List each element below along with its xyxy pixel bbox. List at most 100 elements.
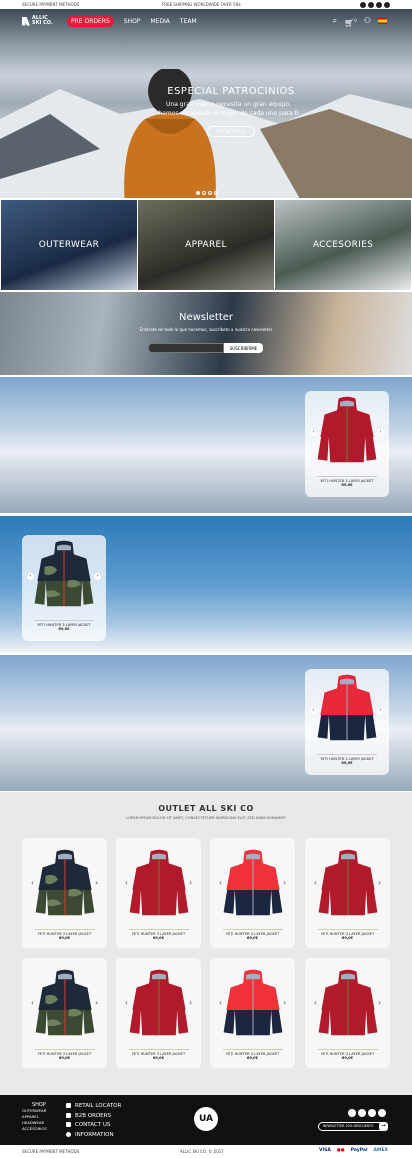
- next-arrow-icon[interactable]: ›: [94, 573, 101, 580]
- jacket-image: [35, 969, 94, 1036]
- prev-arrow-icon[interactable]: ‹: [310, 429, 317, 436]
- location-icon: [66, 1103, 71, 1108]
- outlet-section: OUTLET ALL SKI CO LOREM IPSUM DOLOR SIT …: [0, 792, 412, 1095]
- top-bar: SECURE PAYMENT METHODS FREE SHIPPING WOR…: [0, 0, 412, 9]
- footer-newsletter-button[interactable]: NEWSLETTER 10% DESCUENTO →: [318, 1122, 388, 1131]
- prev-arrow-icon[interactable]: ‹: [31, 999, 34, 1007]
- nav-shop[interactable]: SHOP: [124, 18, 141, 25]
- next-arrow-icon[interactable]: ›: [189, 879, 192, 887]
- next-arrow-icon[interactable]: ›: [95, 879, 98, 887]
- footer: SHOP OUTERWEAR APPAREL HEADWEAR ACCESORI…: [0, 1095, 412, 1145]
- paypal-icon: PayPal: [350, 1148, 368, 1153]
- facebook-icon[interactable]: [360, 1, 366, 8]
- banner-3: ‹ › YETI HUNTER 3 LAYER JACKET 69,0€: [0, 655, 412, 791]
- slide-dot[interactable]: [214, 191, 218, 195]
- banner-product-card[interactable]: ‹ › YETI HUNTER 3 LAYER JACKET 69,0€: [22, 535, 106, 641]
- mail-icon[interactable]: [378, 1109, 386, 1117]
- ver-detalles-button[interactable]: VER DETALLES: [207, 126, 255, 137]
- flag-es-icon[interactable]: [378, 18, 387, 24]
- next-arrow-icon[interactable]: ›: [95, 999, 98, 1007]
- newsletter-email-input[interactable]: [148, 343, 224, 353]
- banner-1: ‹ › YETI HUNTER 3 LAYER JACKET 69,0€: [0, 377, 412, 513]
- jacket-image: [223, 969, 282, 1036]
- nav-media[interactable]: MEDIA: [150, 18, 169, 25]
- footer-link-accesorios[interactable]: ACCESORIOS: [22, 1126, 47, 1132]
- product-price: 69,0€: [152, 936, 165, 940]
- category-label: APPAREL: [185, 240, 227, 250]
- prev-arrow-icon[interactable]: ‹: [314, 999, 317, 1007]
- jacket-image: [129, 849, 188, 916]
- next-arrow-icon[interactable]: ›: [283, 879, 286, 887]
- product-card[interactable]: ‹ › YETI HUNTER 3 LAYER JACKET 69,0€: [210, 838, 295, 948]
- search-icon[interactable]: ⌕: [333, 17, 337, 28]
- slide-dot[interactable]: [196, 191, 200, 195]
- prev-arrow-icon[interactable]: ‹: [314, 879, 317, 887]
- logo-subtext: SKI CO.: [32, 20, 53, 26]
- slide-dot[interactable]: [208, 191, 212, 195]
- amex-icon: AMEX: [373, 1148, 388, 1153]
- prev-arrow-icon[interactable]: ‹: [125, 879, 128, 887]
- prev-arrow-icon[interactable]: ‹: [219, 879, 222, 887]
- product-card[interactable]: ‹ › YETI HUNTER 3 LAYER JACKET 69,0€: [22, 838, 107, 948]
- visa-icon: VISA: [318, 1148, 331, 1153]
- footer-information[interactable]: INFORMATION: [66, 1131, 121, 1141]
- instagram-icon[interactable]: [368, 1, 374, 8]
- next-arrow-icon[interactable]: ›: [378, 879, 381, 887]
- mail-icon: [66, 1122, 71, 1128]
- hero-text-1: Una gran marca necesita un gran equipo,: [166, 101, 291, 108]
- subscribe-button[interactable]: SUSCRIBIRME: [224, 343, 263, 353]
- next-arrow-icon[interactable]: ›: [378, 999, 381, 1007]
- cart-icon[interactable]: 🛒︎0: [344, 17, 357, 28]
- vimeo-icon[interactable]: [376, 1, 382, 8]
- nav-team[interactable]: TEAM: [180, 18, 197, 25]
- prev-arrow-icon[interactable]: ‹: [125, 999, 128, 1007]
- free-shipping-text: FREE SHIPPING WORLDWIDE OVER 59$: [162, 2, 241, 7]
- footer-logo[interactable]: UA: [194, 1107, 218, 1131]
- banner-2: ‹ › YETI HUNTER 3 LAYER JACKET 69,0€: [0, 516, 412, 652]
- category-label: ACCESORIES: [312, 240, 374, 250]
- next-arrow-icon[interactable]: ›: [189, 999, 192, 1007]
- footer-b2b-orders[interactable]: B2B ORDERS: [66, 1112, 121, 1122]
- product-card[interactable]: ‹ › YETI HUNTER 3 LAYER JACKET 69,0€: [210, 958, 295, 1068]
- outlet-title: OUTLET ALL SKI CO: [158, 804, 254, 813]
- product-card[interactable]: ‹ › YETI HUNTER 3 LAYER JACKET 69,0€: [305, 838, 390, 948]
- next-arrow-icon[interactable]: ›: [377, 707, 384, 714]
- hero-title: ESPECIAL PATROCINIOS: [167, 86, 295, 97]
- prev-arrow-icon[interactable]: ‹: [31, 879, 34, 887]
- banner-product-card[interactable]: ‹ › YETI HUNTER 3 LAYER JACKET 69,0€: [305, 669, 389, 775]
- hero-text-2: hemos recopilado lo mejor de cada uno pa…: [158, 110, 299, 117]
- arrow-right-icon: →: [379, 1122, 388, 1131]
- instagram-icon[interactable]: [358, 1109, 366, 1117]
- footer-contact-us[interactable]: CONTACT US: [66, 1121, 121, 1131]
- category-label: OUTERWEAR: [38, 240, 100, 250]
- cart-count: 0: [354, 18, 357, 23]
- product-price: 69,0€: [58, 936, 71, 940]
- nav-pre-orders[interactable]: PRE ORDERS: [67, 16, 114, 27]
- secure-payment-text: SECURE PAYMENT METHODS: [22, 1149, 80, 1154]
- prev-arrow-icon[interactable]: ‹: [27, 573, 34, 580]
- next-arrow-icon[interactable]: ›: [377, 429, 384, 436]
- banner-product-card[interactable]: ‹ › YETI HUNTER 3 LAYER JACKET 69,0€: [305, 391, 389, 497]
- product-price: 69,0€: [341, 936, 354, 940]
- slider-dots: [196, 191, 218, 195]
- product-price: 69,0€: [246, 1056, 259, 1060]
- product-card[interactable]: ‹ › YETI HUNTER 3 LAYER JACKET 69,0€: [305, 958, 390, 1068]
- slide-dot[interactable]: [202, 191, 206, 195]
- footer-retail-locator[interactable]: RETAIL LOCATOR: [66, 1102, 121, 1112]
- next-arrow-icon[interactable]: ›: [283, 999, 286, 1007]
- prev-arrow-icon[interactable]: ‹: [219, 999, 222, 1007]
- product-price: 69,0€: [152, 1056, 165, 1060]
- vimeo-icon[interactable]: [368, 1109, 376, 1117]
- product-price: 69,0€: [58, 1056, 71, 1060]
- prev-arrow-icon[interactable]: ‹: [310, 707, 317, 714]
- product-card[interactable]: ‹ › YETI HUNTER 3 LAYER JACKET 69,0€: [116, 958, 201, 1068]
- product-card[interactable]: ‹ › YETI HUNTER 3 LAYER JACKET 69,0€: [22, 958, 107, 1068]
- facebook-icon[interactable]: [348, 1109, 356, 1117]
- user-icon[interactable]: ⚇: [364, 17, 371, 28]
- category-apparel[interactable]: APPAREL: [138, 200, 274, 290]
- mail-icon[interactable]: [384, 1, 390, 8]
- logo[interactable]: ALLIC SKI CO.: [22, 16, 53, 26]
- category-accesories[interactable]: ACCESORIES: [275, 200, 411, 290]
- category-outerwear[interactable]: OUTERWEAR: [1, 200, 137, 290]
- product-card[interactable]: ‹ › YETI HUNTER 3 LAYER JACKET 69,0€: [116, 838, 201, 948]
